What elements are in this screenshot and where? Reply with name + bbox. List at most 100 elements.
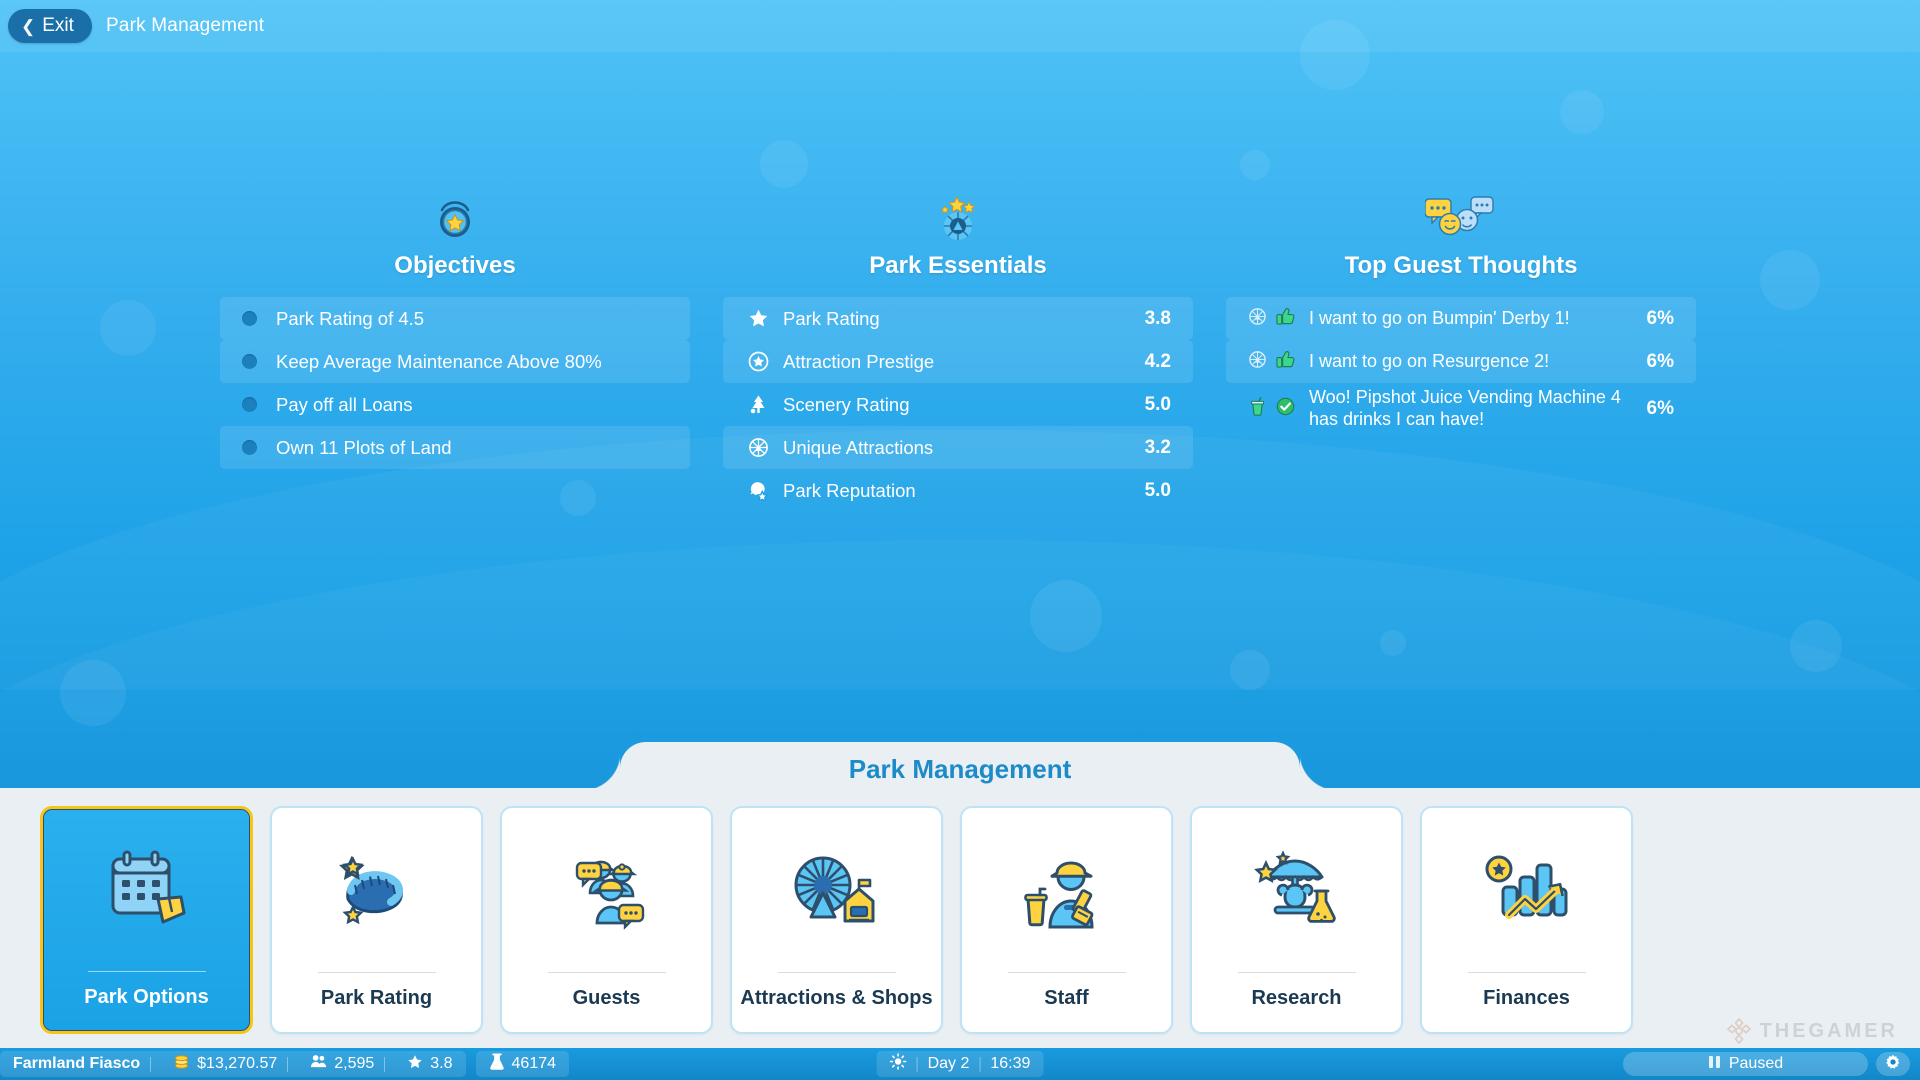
management-tiles: Park Options Park Rating Guests Attracti…: [0, 788, 1920, 1054]
guest-thought-text: I want to go on Resurgence 2!: [1309, 350, 1550, 371]
guest-thought-item[interactable]: I want to go on Bumpin' Derby 1! 6%: [1226, 297, 1696, 340]
chevron-left-icon: ❮: [21, 16, 36, 36]
settings-button[interactable]: [1876, 1052, 1910, 1076]
objective-label: Keep Average Maintenance Above 80%: [276, 350, 602, 372]
tile-label: Attractions & Shops: [740, 987, 933, 1009]
essential-value: 5.0: [1144, 479, 1171, 501]
check-circle-icon: [1276, 397, 1295, 421]
carousel-flask-icon: [1192, 808, 1401, 972]
panel-title: Park Management: [848, 753, 1072, 784]
objectives-section: Objectives Park Rating of 4.5 Keep Avera…: [220, 185, 690, 512]
divider: [384, 1056, 386, 1072]
park-management-panel: Park Management Park Options Park Rating…: [0, 742, 1920, 1054]
day-value: Day 2: [927, 1055, 970, 1072]
guest-thought-icons: [1248, 307, 1295, 331]
tile-label: Guests: [572, 987, 641, 1009]
tile-label: Finances: [1483, 987, 1570, 1009]
guests-group-icon: [502, 808, 711, 972]
objective-label: Own 11 Plots of Land: [276, 436, 452, 458]
park-essentials-title: Park Essentials: [869, 252, 1047, 279]
objective-status-dot: [242, 440, 257, 455]
time-value: 16:39: [990, 1055, 1031, 1072]
guest-thought-icons: [1248, 397, 1295, 421]
objective-item[interactable]: Keep Average Maintenance Above 80%: [220, 340, 690, 383]
divider: [979, 1056, 981, 1072]
pause-label: Paused: [1728, 1055, 1784, 1072]
tile-research[interactable]: Research: [1190, 806, 1403, 1034]
essential-value: 3.8: [1144, 307, 1171, 329]
status-controls: Paused: [1623, 1052, 1910, 1076]
divider: [287, 1056, 289, 1072]
tile-label: Research: [1251, 987, 1342, 1009]
park-essentials-list: Park Rating 3.8 Attraction Prestige 4.2: [723, 297, 1193, 512]
research-value: 46174: [511, 1055, 557, 1072]
status-time-group: Day 2 16:39: [876, 1051, 1044, 1077]
money-value: $13,270.57: [197, 1055, 278, 1072]
tile-staff[interactable]: Staff: [960, 806, 1173, 1034]
star-icon: [407, 1054, 423, 1075]
flask-icon: [489, 1053, 505, 1075]
guest-thoughts-section: Top Guest Thoughts I want to go on Bumpi…: [1226, 185, 1696, 512]
guest-thought-item[interactable]: Woo! Pipshot Juice Vending Machine 4 has…: [1226, 383, 1696, 435]
objective-label: Pay off all Loans: [276, 393, 413, 415]
tile-guests[interactable]: Guests: [500, 806, 713, 1034]
objective-item[interactable]: Pay off all Loans: [220, 383, 690, 426]
guest-thoughts-list: I want to go on Bumpin' Derby 1! 6% I wa…: [1226, 297, 1696, 435]
status-bar: Farmland Fiasco $13,270.57 2,595 3.8 461…: [0, 1048, 1920, 1080]
guest-thought-percent: 6%: [1646, 350, 1674, 372]
objectives-list: Park Rating of 4.5 Keep Average Maintena…: [220, 297, 690, 469]
top-navigation-bar: ❮ Exit Park Management: [0, 0, 1920, 52]
rating-value: 3.8: [430, 1055, 453, 1072]
essential-value: 4.2: [1144, 350, 1171, 372]
pause-toggle-button[interactable]: Paused: [1623, 1052, 1868, 1076]
essential-item[interactable]: Unique Attractions 3.2: [723, 426, 1193, 469]
breadcrumb: Park Management: [105, 15, 265, 36]
ferris-wheel-icon: [745, 437, 771, 458]
tile-label: Park Rating: [320, 987, 433, 1009]
guests-value: 2,595: [334, 1055, 375, 1072]
objective-status-dot: [242, 397, 257, 412]
essential-item[interactable]: Park Reputation 5.0: [723, 469, 1193, 512]
guest-thought-item[interactable]: I want to go on Resurgence 2! 6%: [1226, 340, 1696, 383]
overview-columns: Objectives Park Rating of 4.5 Keep Avera…: [0, 185, 1920, 512]
tile-label: Park Options: [84, 986, 209, 1008]
coins-icon: [173, 1053, 190, 1075]
ferris-wheel-icon: [1248, 350, 1267, 374]
divider: [916, 1056, 918, 1072]
tile-finances[interactable]: Finances: [1420, 806, 1633, 1034]
objective-status-dot: [242, 311, 257, 326]
tree-icon: [745, 394, 771, 415]
essential-value: 5.0: [1144, 393, 1171, 415]
status-park-info: Farmland Fiasco $13,270.57 2,595 3.8: [0, 1051, 466, 1077]
janitor-icon: [962, 808, 1171, 972]
star-badge-icon: [220, 185, 690, 243]
guest-thought-text: Woo! Pipshot Juice Vending Machine 4 has…: [1309, 387, 1621, 429]
tile-park-rating[interactable]: Park Rating: [270, 806, 483, 1034]
essential-label: Scenery Rating: [783, 393, 910, 415]
objective-item[interactable]: Park Rating of 4.5: [220, 297, 690, 340]
guest-thoughts-title: Top Guest Thoughts: [1344, 252, 1578, 279]
guests-icon: [310, 1053, 327, 1075]
objective-item[interactable]: Own 11 Plots of Land: [220, 426, 690, 469]
essential-item[interactable]: Scenery Rating 5.0: [723, 383, 1193, 426]
ferris-wheel-stars-icon: [723, 185, 1193, 243]
tile-label: Staff: [1044, 987, 1089, 1009]
essential-label: Park Reputation: [783, 479, 916, 501]
essential-label: Unique Attractions: [783, 436, 934, 458]
divider: [150, 1056, 152, 1072]
exit-button-label: Exit: [42, 15, 74, 36]
objective-label: Park Rating of 4.5: [276, 307, 425, 329]
bar-chart-coin-icon: [1422, 808, 1631, 972]
exit-button[interactable]: ❮ Exit: [8, 9, 92, 43]
essential-item[interactable]: Park Rating 3.8: [723, 297, 1193, 340]
panel-tab-header: Park Management: [582, 742, 1338, 790]
park-essentials-section: Park Essentials Park Rating 3.8 Attracti…: [723, 185, 1193, 512]
status-research: 46174: [475, 1051, 570, 1077]
drink-cup-icon: [1248, 397, 1267, 421]
tile-park-options[interactable]: Park Options: [40, 806, 253, 1034]
tile-attractions-shops[interactable]: Attractions & Shops: [730, 806, 943, 1034]
calendar-ticket-icon: [43, 809, 250, 971]
essential-label: Attraction Prestige: [783, 350, 935, 372]
essential-item[interactable]: Attraction Prestige 4.2: [723, 340, 1193, 383]
speech-bubbles-icon: [1226, 185, 1696, 243]
